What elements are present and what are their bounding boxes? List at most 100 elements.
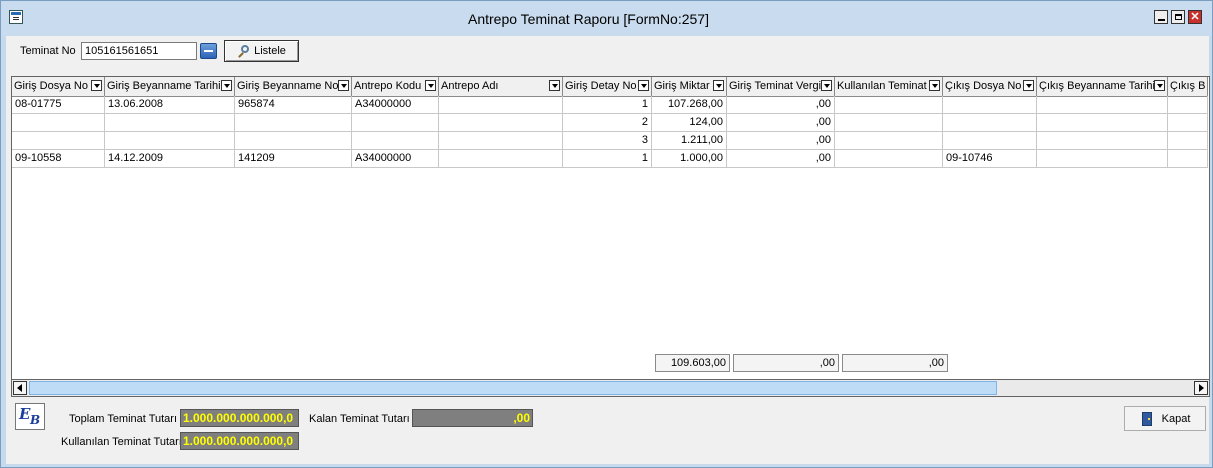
column-filter-dropdown-icon[interactable] (929, 80, 940, 91)
table-cell[interactable] (12, 132, 105, 150)
column-filter-dropdown-icon[interactable] (638, 80, 649, 91)
table-cell[interactable]: 965874 (235, 96, 352, 114)
teminat-no-label: Teminat No (20, 45, 76, 57)
column-filter-dropdown-icon[interactable] (425, 80, 436, 91)
table-cell[interactable] (835, 96, 943, 114)
table-cell[interactable]: 2 (563, 114, 652, 132)
table-cell[interactable]: ,00 (727, 132, 835, 150)
column-filter-dropdown-icon[interactable] (713, 80, 724, 91)
column-header[interactable]: Kullanılan Teminat (835, 77, 943, 96)
table-cell[interactable] (835, 150, 943, 168)
table-cell[interactable] (105, 114, 235, 132)
table-cell[interactable]: ,00 (727, 150, 835, 168)
column-header[interactable]: Giriş Miktar (652, 77, 727, 96)
column-header-label: Kullanılan Teminat (837, 80, 927, 92)
table-row[interactable]: 09-10558 14.12.2009 141209 A34000000 1 1.000,… (12, 150, 1208, 168)
table-cell[interactable]: 107.268,00 (652, 96, 727, 114)
table-cell[interactable]: 13.06.2008 (105, 96, 235, 114)
table-row[interactable]: 2 124,00,00 (12, 114, 1208, 132)
table-cell[interactable] (943, 132, 1037, 150)
table-row[interactable]: 08-01775 13.06.2008 965874 A34000000 1 107.26… (12, 96, 1208, 114)
table-cell[interactable]: 141209 (235, 150, 352, 168)
table-cell[interactable]: 1.000,00 (652, 150, 727, 168)
column-filter-dropdown-icon[interactable] (338, 80, 349, 91)
table-cell[interactable] (1168, 132, 1208, 150)
table-cell[interactable] (1037, 132, 1168, 150)
horizontal-scrollbar[interactable] (11, 379, 1210, 397)
toplam-teminat-value: 1.000.000.000.000,0 (180, 409, 299, 427)
table-cell[interactable] (235, 132, 352, 150)
listele-label: Listele (254, 45, 286, 57)
close-button[interactable]: ✕ (1188, 10, 1202, 24)
table-cell[interactable] (439, 114, 563, 132)
column-header[interactable]: Giriş Detay No (563, 77, 652, 96)
logo-letter-1: E (19, 405, 31, 423)
column-filter-dropdown-icon[interactable] (1154, 80, 1165, 91)
kullanilan-teminat-value: 1.000.000.000.000,0 (180, 432, 299, 450)
table-cell[interactable]: A34000000 (352, 150, 439, 168)
listele-button[interactable]: Listele (224, 40, 299, 62)
table-cell[interactable] (235, 114, 352, 132)
teminat-no-input[interactable] (81, 42, 197, 60)
table-cell[interactable] (12, 114, 105, 132)
total-kullanilan-teminat: ,00 (842, 354, 948, 372)
table-cell[interactable]: ,00 (727, 96, 835, 114)
table-cell[interactable] (1168, 96, 1208, 114)
table-cell[interactable]: 08-01775 (12, 96, 105, 114)
teminat-grid[interactable]: Giriş Dosya No Giriş Beyanname Tarihi Giri… (11, 76, 1210, 380)
table-cell[interactable] (352, 132, 439, 150)
column-header[interactable]: Giriş Beyanname No (235, 77, 352, 96)
table-cell[interactable]: 1 (563, 150, 652, 168)
table-cell[interactable]: 124,00 (652, 114, 727, 132)
search-icon (237, 44, 251, 58)
table-cell[interactable]: 09-10746 (943, 150, 1037, 168)
column-filter-dropdown-icon[interactable] (91, 80, 102, 91)
table-cell[interactable] (105, 132, 235, 150)
column-filter-dropdown-icon[interactable] (821, 80, 832, 91)
title-bar[interactable]: Antrepo Teminat Raporu [FormNo:257] ✕ (1, 1, 1212, 36)
column-header[interactable]: Çıkış Beyanname Tarihi (1037, 77, 1168, 96)
table-cell[interactable]: ,00 (727, 114, 835, 132)
table-cell[interactable]: 1.211,00 (652, 132, 727, 150)
column-header[interactable]: Çıkış B (1168, 77, 1208, 96)
maximize-button[interactable] (1171, 10, 1185, 24)
table-cell[interactable] (1168, 114, 1208, 132)
column-header[interactable]: Giriş Teminat Vergi (727, 77, 835, 96)
table-cell[interactable]: 09-10558 (12, 150, 105, 168)
column-header[interactable]: Çıkış Dosya No (943, 77, 1037, 96)
table-cell[interactable] (943, 114, 1037, 132)
scroll-right-icon[interactable] (1194, 381, 1208, 395)
minimize-icon (1157, 18, 1165, 21)
table-cell[interactable] (352, 114, 439, 132)
table-cell[interactable] (835, 132, 943, 150)
scroll-left-icon[interactable] (13, 381, 27, 395)
column-header[interactable]: Antrepo Kodu (352, 77, 439, 96)
grid-header: Giriş Dosya No Giriş Beyanname Tarihi Giri… (12, 77, 1208, 97)
column-header[interactable]: Antrepo Adı (439, 77, 563, 96)
teminat-lookup-button[interactable] (200, 43, 217, 59)
table-cell[interactable]: 1 (563, 96, 652, 114)
table-cell[interactable] (1037, 96, 1168, 114)
column-filter-dropdown-icon[interactable] (1023, 80, 1034, 91)
scroll-thumb[interactable] (29, 381, 997, 395)
table-cell[interactable] (1037, 150, 1168, 168)
window-title: Antrepo Teminat Raporu [FormNo:257] (468, 11, 709, 27)
table-cell[interactable] (943, 96, 1037, 114)
table-row[interactable]: 3 1.211,00,00 (12, 132, 1208, 150)
column-header[interactable]: Giriş Dosya No (12, 77, 105, 96)
table-cell[interactable] (1168, 150, 1208, 168)
column-filter-dropdown-icon[interactable] (549, 80, 560, 91)
table-cell[interactable] (1037, 114, 1168, 132)
minimize-button[interactable] (1154, 10, 1168, 24)
table-cell[interactable] (835, 114, 943, 132)
table-cell[interactable] (439, 96, 563, 114)
table-cell[interactable] (439, 150, 563, 168)
column-filter-dropdown-icon[interactable] (221, 80, 232, 91)
table-cell[interactable]: A34000000 (352, 96, 439, 114)
table-cell[interactable]: 3 (563, 132, 652, 150)
table-cell[interactable]: 14.12.2009 (105, 150, 235, 168)
table-cell[interactable] (439, 132, 563, 150)
eb-logo-icon[interactable]: E B (15, 403, 45, 430)
column-header[interactable]: Giriş Beyanname Tarihi (105, 77, 235, 96)
kapat-button[interactable]: Kapat (1124, 406, 1206, 431)
